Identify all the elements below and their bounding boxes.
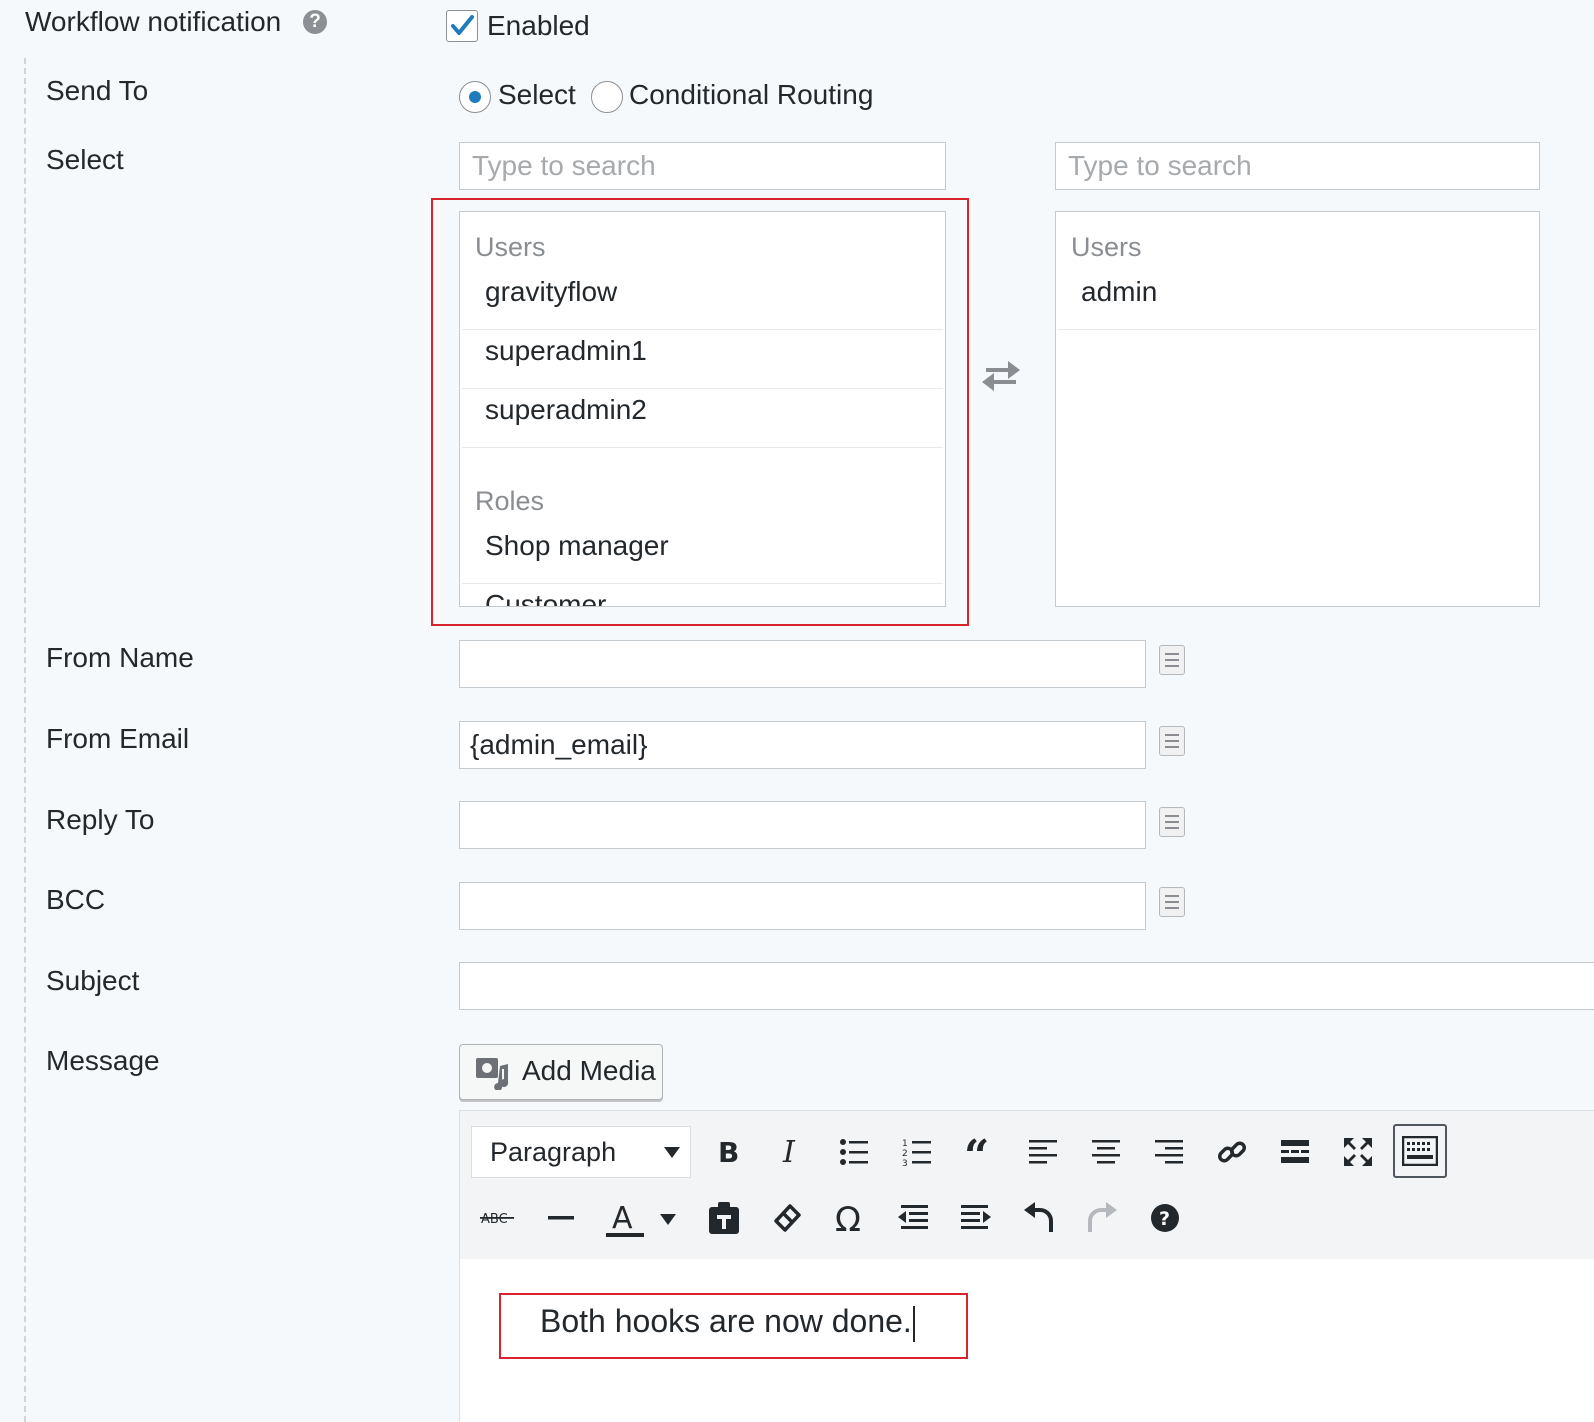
section-guide-line: [24, 58, 26, 1422]
subject-field[interactable]: [459, 962, 1594, 1010]
left-search-input[interactable]: [459, 142, 946, 190]
read-more-icon[interactable]: [1273, 1130, 1317, 1174]
merge-tag-icon[interactable]: [1159, 887, 1185, 917]
enabled-checkbox[interactable]: [446, 10, 478, 42]
svg-text:B: B: [718, 1137, 739, 1167]
svg-text:A: A: [612, 1201, 633, 1236]
swap-arrows-icon[interactable]: [978, 358, 1024, 399]
clear-format-icon[interactable]: [765, 1196, 809, 1240]
help-icon[interactable]: ?: [1143, 1196, 1187, 1240]
horizontal-line-icon[interactable]: [539, 1196, 583, 1240]
help-icon[interactable]: ?: [303, 10, 327, 34]
reply-to-field[interactable]: [459, 801, 1146, 849]
toolbar-toggle-icon[interactable]: [1393, 1124, 1447, 1178]
align-center-icon[interactable]: [1084, 1130, 1128, 1174]
svg-text:2: 2: [902, 1149, 908, 1159]
link-icon[interactable]: [1210, 1130, 1254, 1174]
italic-icon[interactable]: I: [768, 1130, 812, 1174]
from-email-field[interactable]: [459, 721, 1146, 769]
outdent-icon[interactable]: [891, 1196, 935, 1240]
radio-selected-dot: [469, 91, 481, 103]
svg-text:I: I: [782, 1137, 796, 1167]
svg-text:3: 3: [902, 1159, 908, 1167]
blockquote-icon[interactable]: “: [958, 1130, 1002, 1174]
selected-list[interactable]: Users admin: [1055, 211, 1540, 607]
enabled-label: Enabled: [487, 10, 590, 41]
send-to-label: Send To: [46, 75, 149, 106]
format-select-value: Paragraph: [490, 1137, 617, 1167]
chevron-down-icon[interactable]: [660, 1214, 676, 1225]
subject-label: Subject: [46, 965, 140, 996]
indent-icon[interactable]: [954, 1196, 998, 1240]
highlight-box-list: [431, 198, 969, 626]
from-name-field[interactable]: [459, 640, 1146, 688]
special-char-icon[interactable]: Ω: [828, 1196, 872, 1240]
merge-tag-icon[interactable]: [1159, 645, 1185, 675]
radio-conditional-routing[interactable]: [591, 81, 623, 113]
highlight-box-message: [499, 1293, 968, 1359]
checkmark-icon: [451, 15, 474, 35]
fullscreen-icon[interactable]: [1336, 1130, 1380, 1174]
reply-to-label: Reply To: [46, 804, 155, 835]
merge-tag-icon[interactable]: [1159, 726, 1185, 756]
radio-conditional-routing-label: Conditional Routing: [629, 79, 874, 110]
align-right-icon[interactable]: [1147, 1130, 1191, 1174]
workflow-notification-label: Workflow notification: [25, 6, 282, 37]
radio-select-label: Select: [498, 79, 576, 110]
text-color-icon[interactable]: A: [602, 1196, 646, 1240]
list-item[interactable]: admin: [1058, 272, 1537, 330]
chevron-down-icon: [664, 1147, 680, 1158]
select-label: Select: [46, 144, 124, 175]
right-search-input[interactable]: [1055, 142, 1540, 190]
users-group-label: Users: [1071, 232, 1142, 262]
bcc-label: BCC: [46, 884, 106, 915]
strikethrough-icon[interactable]: ABC: [476, 1196, 520, 1240]
add-media-button[interactable]: Add Media: [459, 1044, 663, 1100]
bcc-field[interactable]: [459, 882, 1146, 930]
add-media-label: Add Media: [522, 1055, 656, 1086]
redo-icon[interactable]: [1080, 1196, 1124, 1240]
svg-text:?: ?: [1159, 1208, 1170, 1230]
from-email-label: From Email: [46, 723, 190, 754]
svg-text:“: “: [964, 1137, 989, 1167]
bullet-list-icon[interactable]: [832, 1130, 876, 1174]
from-name-label: From Name: [46, 642, 194, 673]
add-media-icon: [476, 1058, 509, 1090]
undo-icon[interactable]: [1017, 1196, 1061, 1240]
message-label: Message: [46, 1045, 160, 1076]
svg-text:1: 1: [902, 1139, 908, 1149]
format-select[interactable]: Paragraph: [471, 1126, 691, 1178]
bold-icon[interactable]: B: [706, 1130, 750, 1174]
merge-tag-icon[interactable]: [1159, 807, 1185, 837]
paste-text-icon[interactable]: [702, 1196, 746, 1240]
radio-select[interactable]: [459, 81, 491, 113]
svg-text:Ω: Ω: [835, 1202, 861, 1234]
svg-text:ABC: ABC: [481, 1212, 508, 1227]
align-left-icon[interactable]: [1021, 1130, 1065, 1174]
numbered-list-icon[interactable]: 1 2 3: [895, 1130, 939, 1174]
